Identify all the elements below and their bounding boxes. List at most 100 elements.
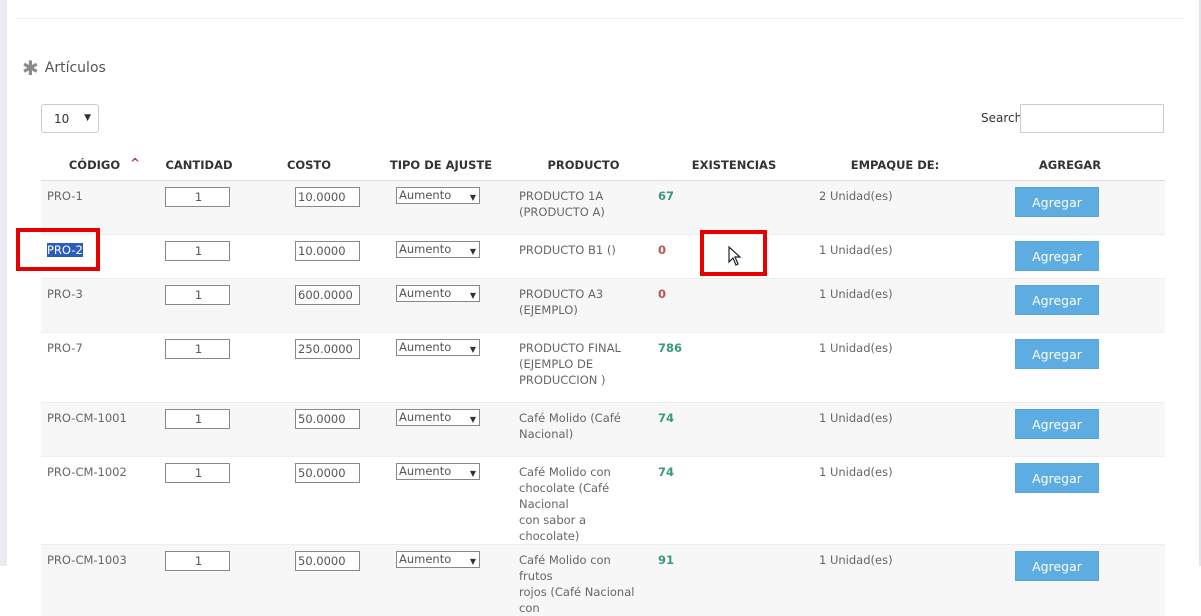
chevron-down-icon: ▼ [470,466,476,481]
header-empaque[interactable]: EMPAQUE DE: [815,150,975,181]
adjustment-type-select[interactable]: Aumento▼ [396,339,480,356]
cell-empaque: 1 Unidad(es) [815,545,975,616]
cell-codigo: PRO-CM-1002 [41,457,148,545]
add-button[interactable]: Agregar [1015,551,1099,581]
product-line: con sabor a chocolate) [519,512,647,544]
left-border [0,0,7,566]
cell-tipo-ajuste: Aumento▼ [368,235,514,279]
header-producto[interactable]: PRODUCTO [514,150,653,181]
search-input[interactable] [1020,104,1164,133]
adjustment-type-select[interactable]: Aumento ▼ [396,463,480,480]
product-code[interactable]: PRO-3 [47,287,83,301]
quantity-input[interactable]: 1 [165,241,230,261]
adjustment-type-select[interactable]: Aumento▼ [396,409,480,426]
cell-producto: PRODUCTO FINAL(EJEMPLO DEPRODUCCION ) [514,333,653,403]
add-button[interactable]: Agregar [1015,285,1099,315]
chevron-down-icon: ▼ [470,342,476,357]
product-line: rojos (Café Nacional con [519,584,647,616]
header-costo[interactable]: COSTO [250,150,368,181]
cell-agregar: Agregar [975,403,1165,457]
chevron-down-icon: ▼ [470,288,476,303]
cell-costo: 10.0000 [250,235,368,279]
adjustment-type-value: Aumento [399,552,451,566]
quantity-input[interactable]: 1 [165,187,230,207]
quantity-input[interactable]: 1 [165,339,230,359]
adjustment-type-select[interactable]: Aumento ▼ [396,285,480,302]
cell-cantidad: 1 [148,181,250,235]
product-line: PRODUCTO 1A [519,188,647,204]
stock-value: 74 [658,465,674,479]
header-tipo-ajuste[interactable]: TIPO DE AJUSTE [368,150,514,181]
product-line: chocolate (Café Nacional [519,480,647,512]
cell-codigo: PRO-CM-1001 [41,403,148,457]
cell-producto: Café Molido con frutosrojos (Café Nacion… [514,545,653,616]
header-codigo[interactable]: CÓDIGO ^ [41,150,148,181]
cost-input[interactable]: 50.0000 [295,551,360,571]
adjustment-type-select[interactable]: Aumento▼ [396,241,480,258]
cell-existencias: 0 [653,279,815,333]
stock-value: 786 [658,341,682,355]
header-cantidad[interactable]: CANTIDAD [148,150,250,181]
cell-tipo-ajuste: Aumento ▼ [368,545,514,616]
product-line: PRODUCTO B1 () [519,242,647,258]
stock-value: 74 [658,411,674,425]
table-row: PRO-CM-1001150.0000Aumento▼Café Molido (… [41,403,1165,457]
product-line: PRODUCCION ) [519,372,647,388]
chevron-down-icon: ▼ [84,113,91,123]
cell-existencias: 74 [653,457,815,545]
cell-existencias: 91 [653,545,815,616]
sort-asc-icon[interactable]: ^ [130,156,140,170]
cell-cantidad: 1 [148,545,250,616]
add-button[interactable]: Agregar [1015,187,1099,217]
page-length-value: 10 [54,112,69,126]
table-row: PRO-2110.0000Aumento▼PRODUCTO B1 ()01 Un… [41,235,1165,279]
cost-input[interactable]: 50.0000 [295,463,360,483]
cell-empaque: 1 Unidad(es) [815,457,975,545]
adjustment-type-select[interactable]: Aumento▼ [396,187,480,204]
stock-value: 0 [658,243,666,257]
cell-empaque: 1 Unidad(es) [815,403,975,457]
product-line: Café Molido con [519,464,647,480]
page-length-select[interactable]: 10 ▼ [41,104,99,133]
product-line: PRODUCTO A3 [519,286,647,302]
quantity-input[interactable]: 1 [165,285,230,305]
product-code[interactable]: PRO-1 [47,189,83,203]
header-existencias[interactable]: EXISTENCIAS [653,150,815,181]
product-code[interactable]: PRO-CM-1003 [47,553,127,567]
cell-existencias: 67 [653,181,815,235]
cost-input[interactable]: 50.0000 [295,409,360,429]
table-row: PRO-7 1 250.0000 Aumento▼ PRODUCTO FINAL(EJE… [41,333,1165,403]
top-divider [15,18,1185,19]
adjustment-type-value: Aumento [399,188,451,202]
cell-agregar: Agregar [975,279,1165,333]
cell-costo: 600.0000 [250,279,368,333]
table-header-row: CÓDIGO ^ CANTIDAD COSTO TIPO DE AJUSTE P… [41,150,1165,181]
add-button[interactable]: Agregar [1015,463,1099,493]
product-line: Nacional) [519,426,647,442]
add-button[interactable]: Agregar [1015,339,1099,369]
cell-agregar: Agregar [975,235,1165,279]
cost-input[interactable]: 250.0000 [295,339,360,359]
adjustment-type-value: Aumento [399,286,451,300]
cell-empaque: 2 Unidad(es) [815,181,975,235]
product-code[interactable]: PRO-CM-1002 [47,465,127,479]
quantity-input[interactable]: 1 [165,409,230,429]
annotation-box-code [16,228,100,271]
product-code[interactable]: PRO-CM-1001 [47,411,127,425]
header-agregar: AGREGAR [975,150,1165,181]
cell-codigo: PRO-7 [41,333,148,403]
quantity-input[interactable]: 1 [165,551,230,571]
quantity-input[interactable]: 1 [165,463,230,483]
cell-producto: PRODUCTO A3(EJEMPLO) [514,279,653,333]
add-button[interactable]: Agregar [1015,241,1099,271]
adjustment-type-select[interactable]: Aumento ▼ [396,551,480,568]
add-button[interactable]: Agregar [1015,409,1099,439]
adjustment-type-value: Aumento [399,464,451,478]
cost-input[interactable]: 600.0000 [295,285,360,305]
product-code[interactable]: PRO-7 [47,341,83,355]
chevron-down-icon: ▼ [470,554,476,569]
product-line: (PRODUCTO A) [519,204,647,220]
cost-input[interactable]: 10.0000 [295,241,360,261]
cost-input[interactable]: 10.0000 [295,187,360,207]
adjustment-type-value: Aumento [399,410,451,424]
